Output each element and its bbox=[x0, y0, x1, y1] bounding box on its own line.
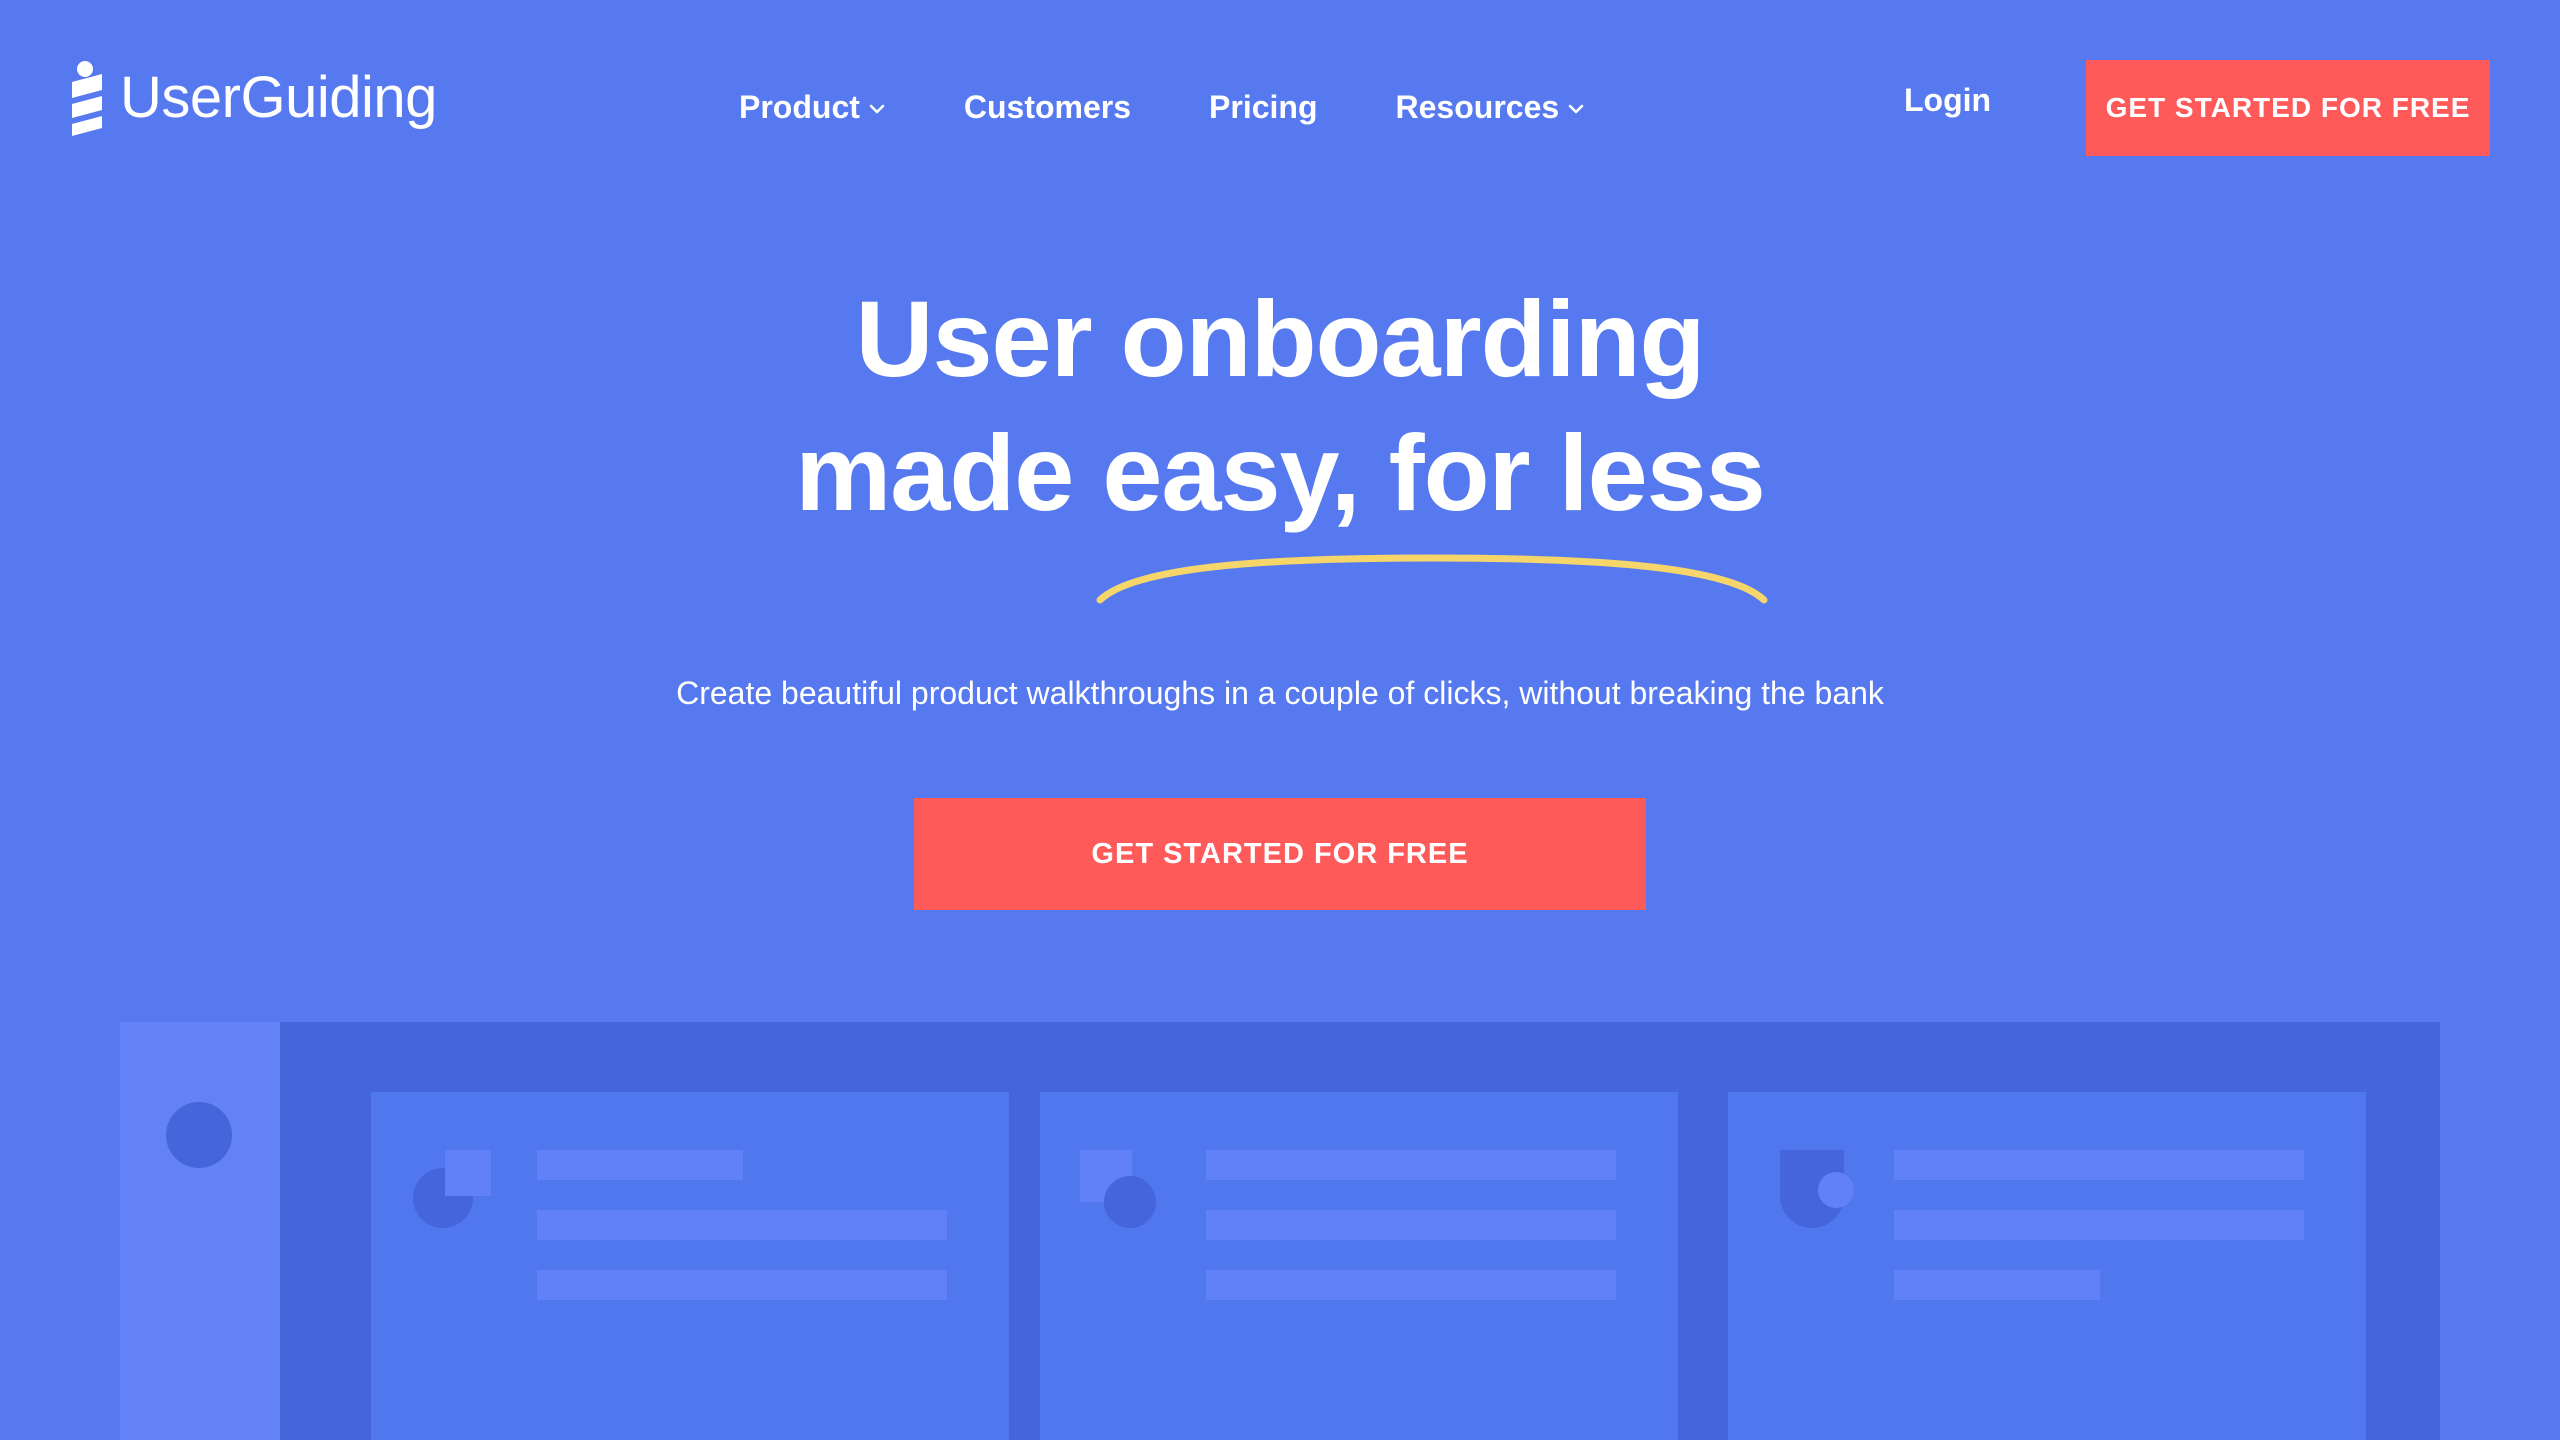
hero-subtitle: Create beautiful product walkthroughs in… bbox=[676, 675, 1884, 711]
hero-title-line-1: User onboarding bbox=[855, 278, 1705, 399]
main-menu: Product Customers Pricing Resources bbox=[739, 78, 1585, 136]
chevron-down-icon bbox=[1568, 104, 1584, 114]
placeholder-line bbox=[1206, 1210, 1616, 1240]
nav-item-customers[interactable]: Customers bbox=[964, 89, 1131, 126]
product-mockup-illustration bbox=[120, 1022, 2440, 1440]
brand-name: UserGuiding bbox=[120, 65, 437, 130]
hero-title: User onboarding made easy, for less bbox=[0, 272, 2560, 540]
shape-icon bbox=[1780, 1150, 1854, 1228]
shape-icon bbox=[1080, 1150, 1156, 1228]
chevron-down-icon bbox=[869, 104, 885, 114]
nav-item-label: Customers bbox=[963, 88, 1132, 125]
nav-item-label: Product bbox=[739, 88, 860, 125]
mockup-avatar bbox=[166, 1102, 232, 1168]
userguiding-logo-icon bbox=[72, 61, 102, 136]
title-underline-decoration bbox=[1096, 554, 1768, 604]
placeholder-line bbox=[1894, 1150, 2304, 1180]
mockup-sidebar bbox=[120, 1022, 280, 1440]
mockup-card bbox=[371, 1092, 1009, 1440]
placeholder-line bbox=[537, 1270, 947, 1300]
nav-item-product[interactable]: Product bbox=[739, 89, 886, 126]
nav-item-pricing[interactable]: Pricing bbox=[1209, 89, 1317, 126]
nav-item-label: Resources bbox=[1395, 88, 1560, 125]
get-started-button-header[interactable]: GET STARTED FOR FREE bbox=[2086, 60, 2490, 156]
shape-icon bbox=[413, 1150, 491, 1228]
placeholder-line bbox=[537, 1210, 947, 1240]
nav-item-resources[interactable]: Resources bbox=[1396, 89, 1586, 126]
placeholder-line bbox=[537, 1150, 743, 1180]
placeholder-line bbox=[1894, 1210, 2304, 1240]
top-navigation: UserGuiding Product Customers Pricing Re… bbox=[0, 0, 2560, 215]
hero-title-line-2: made easy, for less bbox=[795, 412, 1766, 533]
login-link[interactable]: Login bbox=[1904, 82, 1991, 119]
placeholder-line bbox=[1206, 1270, 1616, 1300]
nav-item-label: Pricing bbox=[1209, 88, 1318, 125]
get-started-button-hero[interactable]: GET STARTED FOR FREE bbox=[914, 798, 1646, 910]
mockup-card bbox=[1728, 1092, 2366, 1440]
placeholder-line bbox=[1894, 1270, 2100, 1300]
placeholder-line bbox=[1206, 1150, 1616, 1180]
brand-logo[interactable]: UserGuiding bbox=[68, 58, 437, 138]
mockup-card bbox=[1040, 1092, 1678, 1440]
